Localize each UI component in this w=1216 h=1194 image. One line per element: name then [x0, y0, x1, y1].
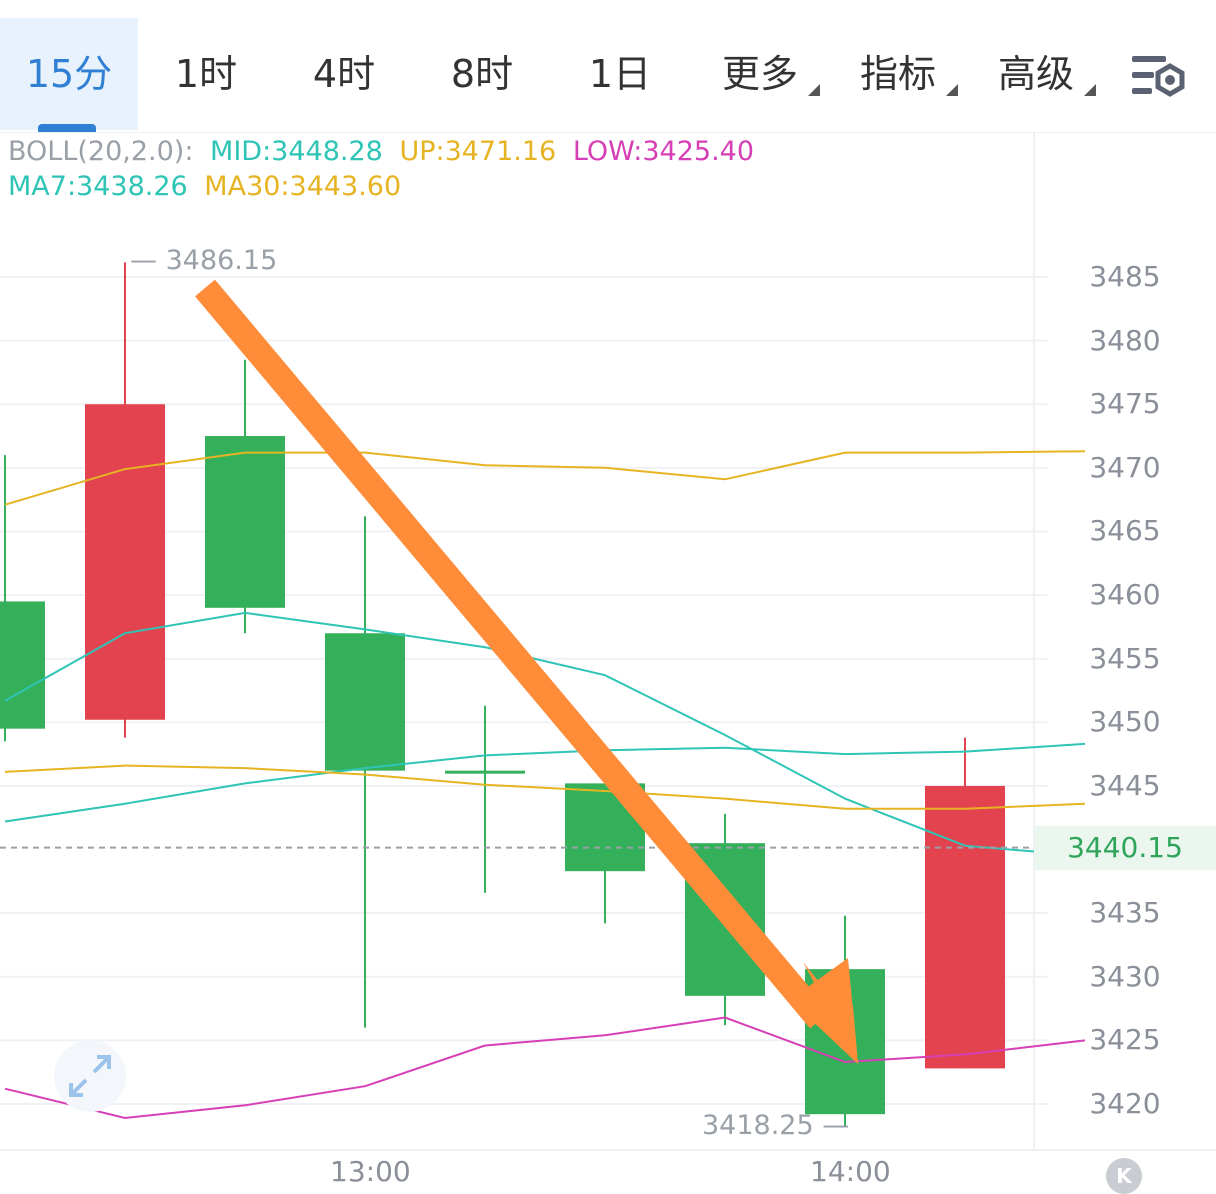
candlestick-chart[interactable]: [0, 132, 1216, 1194]
candle-2-body: [205, 436, 285, 608]
series-ma30-line: [4, 764, 1086, 810]
tab-15min[interactable]: 15分: [0, 18, 138, 132]
y-tick-label-3465: 3465: [1089, 514, 1161, 548]
tab-15min-label: 15分: [25, 52, 113, 96]
series-low-line: [4, 1016, 1086, 1120]
x-tick-label-1400: 14:00: [810, 1155, 891, 1188]
tab-more-label: 更多: [721, 52, 798, 96]
candle-8-body: [925, 785, 1005, 1069]
series-up-line: [4, 450, 1086, 506]
tab-1h-label: 1时: [174, 52, 238, 96]
dropdown-triangle-icon: [1084, 84, 1096, 96]
high-value-label: — 3486.15: [130, 245, 277, 276]
tab-advanced-label: 高级: [997, 52, 1074, 96]
chart-settings-icon[interactable]: [1130, 52, 1186, 102]
candles-group: [0, 262, 1005, 1127]
low-dash: —: [822, 1110, 850, 1141]
tab-indicators[interactable]: 指标: [858, 18, 958, 130]
trend-arrow-shaft: [195, 279, 830, 1029]
tab-1d[interactable]: 1日: [574, 18, 666, 130]
low-value: 3418.25: [702, 1110, 814, 1141]
dropdown-triangle-icon: [808, 84, 820, 96]
candle-0-body: [0, 601, 45, 729]
y-tick-label-3445: 3445: [1089, 768, 1161, 802]
high-dash: —: [130, 245, 157, 276]
candle-4-body: [445, 770, 525, 774]
y-tick-label-3425: 3425: [1089, 1023, 1161, 1057]
x-tick-label-1300: 13:00: [330, 1155, 411, 1188]
tab-1d-label: 1日: [588, 52, 652, 96]
dropdown-triangle-icon: [946, 84, 958, 96]
y-tick-label-3480: 3480: [1089, 323, 1161, 357]
tab-1h[interactable]: 1时: [160, 18, 252, 130]
high-value: 3486.15: [165, 245, 278, 276]
k-line-toggle[interactable]: K: [1106, 1158, 1142, 1194]
candle-1-body: [85, 404, 165, 720]
tab-advanced[interactable]: 高级: [996, 18, 1096, 130]
expand-chart-button[interactable]: [54, 1040, 126, 1112]
y-tick-label-3420: 3420: [1089, 1087, 1161, 1120]
y-tick-label-3470: 3470: [1089, 450, 1161, 484]
active-tab-indicator: [38, 124, 96, 132]
series-mid-line: [4, 742, 1086, 823]
candle-3-body: [325, 633, 405, 771]
low-value-label: 3418.25 —: [702, 1110, 849, 1141]
indicator-lines: [4, 450, 1086, 1120]
expand-arrows-icon: [69, 1055, 111, 1097]
series-ma7-line: [4, 611, 1086, 857]
y-tick-label-3460: 3460: [1089, 578, 1161, 612]
last-price-badge: 3440.15: [1034, 826, 1216, 870]
y-tick-label-3485: 3485: [1089, 260, 1161, 293]
y-tick-label-3435: 3435: [1089, 896, 1161, 930]
tab-4h-label: 4时: [312, 52, 376, 96]
tab-indicators-label: 指标: [859, 52, 936, 96]
tab-4h[interactable]: 4时: [298, 18, 390, 130]
tab-8h-label: 8时: [450, 52, 514, 96]
y-tick-label-3475: 3475: [1089, 387, 1161, 421]
y-tick-label-3430: 3430: [1089, 959, 1161, 993]
tab-8h[interactable]: 8时: [436, 18, 528, 130]
y-tick-label-3450: 3450: [1089, 705, 1161, 739]
timeframe-tab-bar: 15分 1时 4时 8时 1日 更多 指标 高级: [0, 0, 1216, 133]
y-tick-label-3455: 3455: [1089, 641, 1161, 675]
tab-more[interactable]: 更多: [720, 18, 820, 130]
